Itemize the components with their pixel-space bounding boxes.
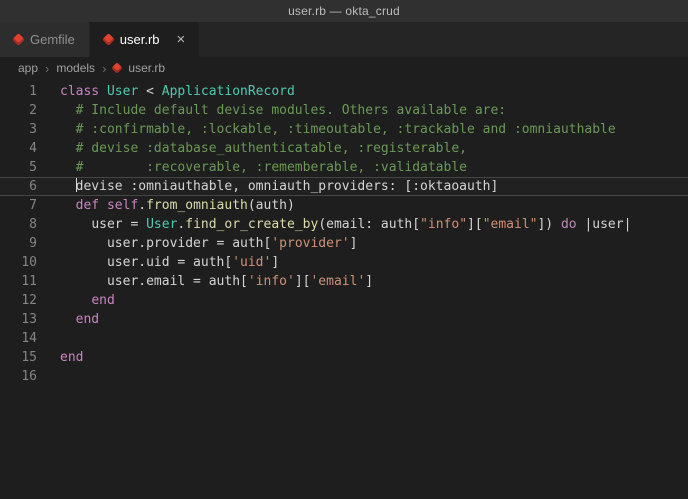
code-line-4[interactable]: 4 # devise :database_authenticatable, :r…: [0, 139, 688, 158]
breadcrumb-item-user-rb[interactable]: user.rb: [128, 61, 165, 75]
ruby-icon: [102, 33, 115, 46]
line-number: 10: [0, 253, 46, 272]
line-number: 16: [0, 367, 46, 386]
code-text: # :confirmable, :lockable, :timeoutable,…: [60, 120, 616, 139]
line-number: 7: [0, 196, 46, 215]
breadcrumb-item-models[interactable]: models: [56, 61, 95, 75]
breadcrumb-separator: ›: [45, 61, 49, 76]
code-line-3[interactable]: 3 # :confirmable, :lockable, :timeoutabl…: [0, 120, 688, 139]
code-line-6[interactable]: 6 devise :omniauthable, omniauth_provide…: [0, 177, 688, 196]
tab-gemfile[interactable]: Gemfile: [0, 22, 90, 57]
code-line-10[interactable]: 10 user.uid = auth['uid']: [0, 253, 688, 272]
breadcrumb: app › models › user.rb: [0, 57, 688, 79]
ruby-icon: [12, 33, 25, 46]
code-text: user.email = auth['info']['email']: [60, 272, 373, 291]
ruby-icon: [112, 62, 123, 73]
line-number: 6: [0, 177, 46, 196]
code-line-1[interactable]: 1 class User < ApplicationRecord: [0, 82, 688, 101]
tab-bar: Gemfile user.rb ×: [0, 22, 688, 57]
code-line-14[interactable]: 14: [0, 329, 688, 348]
code-line-16[interactable]: 16: [0, 367, 688, 386]
code-text: # :recoverable, :rememberable, :validata…: [60, 158, 467, 177]
code-text: class User < ApplicationRecord: [60, 82, 295, 101]
line-number: 12: [0, 291, 46, 310]
line-number: 1: [0, 82, 46, 101]
code-line-15[interactable]: 15 end: [0, 348, 688, 367]
code-line-13[interactable]: 13 end: [0, 310, 688, 329]
line-number: 11: [0, 272, 46, 291]
code-line-5[interactable]: 5 # :recoverable, :rememberable, :valida…: [0, 158, 688, 177]
code-text: # devise :database_authenticatable, :reg…: [60, 139, 467, 158]
code-line-8[interactable]: 8 user = User.find_or_create_by(email: a…: [0, 215, 688, 234]
line-number: 3: [0, 120, 46, 139]
code-text: # Include default devise modules. Others…: [60, 101, 506, 120]
code-line-12[interactable]: 12 end: [0, 291, 688, 310]
code-text: end: [60, 348, 83, 367]
line-number: 8: [0, 215, 46, 234]
code-line-11[interactable]: 11 user.email = auth['info']['email']: [0, 272, 688, 291]
line-number: 5: [0, 158, 46, 177]
line-number: 2: [0, 101, 46, 120]
window-title: user.rb — okta_crud: [288, 4, 400, 18]
tab-user-rb[interactable]: user.rb ×: [90, 22, 201, 57]
code-text: end: [60, 291, 115, 310]
code-editor[interactable]: 1class User < ApplicationRecord2 # Inclu…: [0, 79, 688, 386]
code-text: devise :omniauthable, omniauth_providers…: [60, 177, 498, 196]
line-number: 4: [0, 139, 46, 158]
vscode-window: user.rb — okta_crud Gemfile user.rb × app ›…: [0, 0, 688, 386]
code-text: def self.from_omniauth(auth): [60, 196, 295, 215]
tab-label: Gemfile: [30, 32, 75, 47]
line-number: 9: [0, 234, 46, 253]
line-number: 13: [0, 310, 46, 329]
breadcrumb-item-app[interactable]: app: [18, 61, 38, 75]
close-tab-icon[interactable]: ×: [177, 32, 186, 47]
line-number: 14: [0, 329, 46, 348]
code-text: user.uid = auth['uid']: [60, 253, 279, 272]
title-bar[interactable]: user.rb — okta_crud: [0, 0, 688, 22]
code-line-2[interactable]: 2 # Include default devise modules. Othe…: [0, 101, 688, 120]
code-line-9[interactable]: 9 user.provider = auth['provider']: [0, 234, 688, 253]
code-line-7[interactable]: 7 def self.from_omniauth(auth): [0, 196, 688, 215]
code-text: user = User.find_or_create_by(email: aut…: [60, 215, 631, 234]
breadcrumb-separator: ›: [102, 61, 106, 76]
line-number: 15: [0, 348, 46, 367]
tab-label: user.rb: [120, 32, 160, 47]
code-text: end: [60, 310, 99, 329]
code-text: user.provider = auth['provider']: [60, 234, 357, 253]
